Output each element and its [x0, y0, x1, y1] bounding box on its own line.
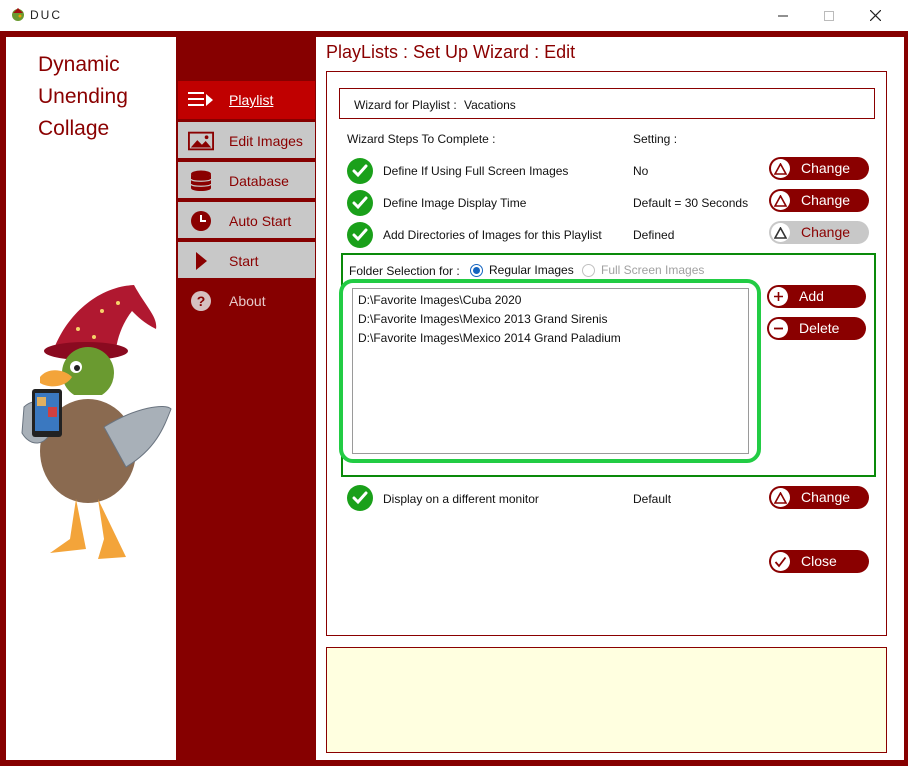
radio-full-screen-images[interactable]: Full Screen Images	[582, 263, 704, 277]
sidebar-item-edit-images[interactable]: Edit Images	[178, 122, 315, 160]
sidebar-item-label: Start	[229, 253, 259, 269]
folder-selection-panel: Folder Selection for : Regular Images Fu…	[339, 253, 876, 477]
sidebar-item-label: Playlist	[229, 92, 274, 108]
sidebar-item-auto-start[interactable]: Auto Start	[178, 202, 315, 240]
check-icon	[347, 190, 373, 216]
radio-selected-icon	[470, 263, 483, 277]
triangle-icon	[771, 159, 790, 178]
wizard-name-value: Vacations	[464, 98, 516, 112]
button-label: Change	[801, 224, 851, 240]
list-item[interactable]: D:\Favorite Images\Mexico 2014 Grand Pal…	[358, 331, 621, 345]
app-logo-icon	[10, 7, 26, 23]
wizard-panel: Wizard for Playlist : Vacations Wizard S…	[326, 71, 887, 636]
sidebar-item-about[interactable]: ? About	[178, 282, 315, 320]
plus-icon	[769, 287, 788, 306]
checkmark-icon	[771, 552, 790, 571]
button-label: Close	[801, 553, 837, 569]
clock-icon	[188, 210, 214, 232]
status-panel	[326, 647, 887, 753]
step-setting-value: No	[633, 164, 649, 178]
sidebar-item-label: Auto Start	[229, 213, 292, 229]
content-area: PlayLists : Set Up Wizard : Edit Wizard …	[316, 37, 904, 760]
step-label: Define Image Display Time	[383, 196, 527, 210]
directory-list[interactable]: D:\Favorite Images\Cuba 2020 D:\Favorite…	[352, 288, 749, 454]
close-icon	[869, 10, 881, 21]
radio-regular-images[interactable]: Regular Images	[470, 263, 574, 277]
button-label: Delete	[799, 320, 840, 336]
maximize-icon	[824, 10, 834, 21]
minimize-icon	[778, 15, 788, 16]
sidebar-item-playlist[interactable]: Playlist	[178, 81, 315, 119]
image-icon	[188, 130, 214, 152]
minus-icon	[769, 319, 788, 338]
step-setting-value: Default	[633, 492, 672, 506]
check-icon	[347, 485, 373, 511]
step-label: Display on a different monitor	[383, 492, 539, 506]
close-window-button[interactable]	[852, 0, 898, 31]
step-setting-value: Default = 30 Seconds	[633, 196, 749, 210]
svg-text:?: ?	[197, 293, 206, 309]
triangle-icon	[771, 191, 790, 210]
button-label: Change	[801, 192, 851, 208]
window-title: DUC	[30, 8, 62, 22]
button-label: Add	[799, 288, 824, 304]
database-icon	[188, 170, 214, 192]
wizard-duck-mascot-icon	[21, 285, 172, 559]
change-display-time-button[interactable]: Change	[769, 189, 869, 212]
sidebar-item-label: Database	[229, 173, 289, 189]
sidebar-item-label: Edit Images	[229, 133, 303, 149]
add-directory-button[interactable]: Add	[767, 285, 866, 308]
logo-panel: Dynamic Unending Collage	[6, 37, 176, 760]
minimize-button[interactable]	[760, 0, 806, 31]
sidebar-item-label: About	[229, 293, 266, 309]
radio-label: Full Screen Images	[601, 263, 705, 277]
radio-label: Regular Images	[489, 263, 574, 277]
radio-unselected-icon	[582, 263, 595, 277]
maximize-button[interactable]	[806, 0, 852, 31]
logo-line-2: Unending	[38, 85, 128, 108]
play-icon	[188, 250, 214, 272]
button-label: Change	[801, 489, 851, 505]
sidebar-item-start[interactable]: Start	[178, 242, 315, 280]
wizard-name-box: Wizard for Playlist : Vacations	[339, 88, 875, 119]
sidebar-item-database[interactable]: Database	[178, 162, 315, 200]
title-bar: DUC	[0, 0, 908, 31]
playlist-icon	[188, 89, 214, 111]
step-label: Add Directories of Images for this Playl…	[383, 228, 602, 242]
list-item[interactable]: D:\Favorite Images\Cuba 2020	[358, 293, 521, 307]
step-label: Define If Using Full Screen Images	[383, 164, 569, 178]
list-item[interactable]: D:\Favorite Images\Mexico 2013 Grand Sir…	[358, 312, 607, 326]
check-icon	[347, 222, 373, 248]
logo-line-3: Collage	[38, 117, 110, 140]
help-icon: ?	[188, 290, 214, 312]
step-setting-value: Defined	[633, 228, 675, 242]
close-wizard-button[interactable]: Close	[769, 550, 869, 573]
change-directories-button[interactable]: Change	[769, 221, 869, 244]
change-full-screen-button[interactable]: Change	[769, 157, 869, 180]
triangle-icon	[771, 223, 790, 242]
check-icon	[347, 158, 373, 184]
logo-line-1: Dynamic	[38, 53, 120, 76]
folder-selection-label: Folder Selection for :	[349, 264, 460, 278]
delete-directory-button[interactable]: Delete	[767, 317, 866, 340]
wizard-name-label: Wizard for Playlist :	[354, 98, 457, 112]
change-monitor-button[interactable]: Change	[769, 486, 869, 509]
logo-text: Dynamic Unending Collage	[38, 49, 128, 145]
triangle-icon	[771, 488, 790, 507]
setting-header: Setting :	[633, 132, 678, 146]
page-title: PlayLists : Set Up Wizard : Edit	[326, 42, 576, 62]
steps-header: Wizard Steps To Complete :	[347, 132, 496, 146]
button-label: Change	[801, 160, 851, 176]
